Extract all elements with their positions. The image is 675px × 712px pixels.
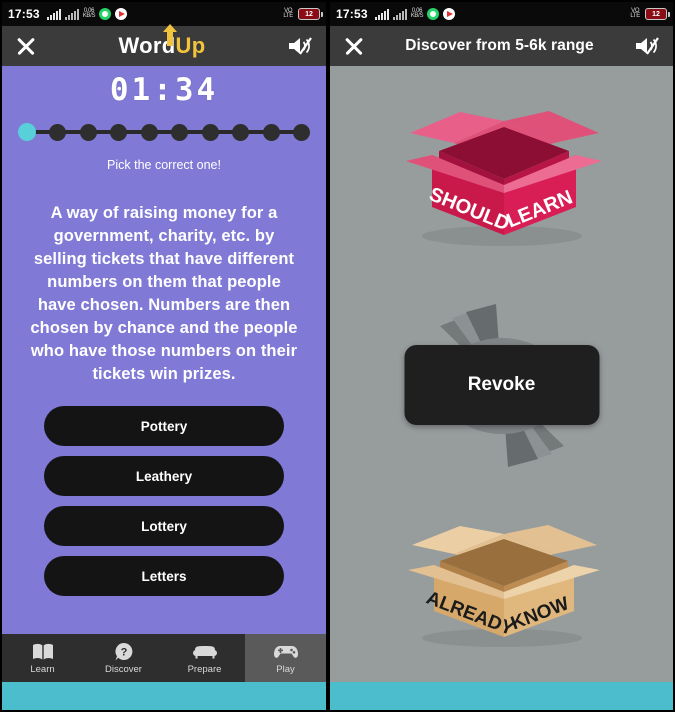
word-card[interactable]: Revoke bbox=[404, 345, 599, 426]
progress-dot bbox=[171, 123, 189, 141]
play-store-icon bbox=[443, 8, 456, 20]
nav-item-learn[interactable]: Learn bbox=[2, 634, 83, 682]
progress-dot bbox=[110, 123, 128, 141]
wordup-logo: WordUp bbox=[119, 24, 206, 59]
battery-icon: 12 bbox=[645, 8, 670, 20]
volte-icon: VO LTE bbox=[283, 8, 293, 19]
instruction-text: Pick the correct one! bbox=[107, 158, 221, 172]
progress-dot bbox=[262, 123, 280, 141]
progress-dot bbox=[201, 123, 219, 141]
gamepad-icon bbox=[273, 642, 299, 662]
progress-dot bbox=[140, 123, 158, 141]
signal-bars-secondary-icon bbox=[392, 8, 407, 20]
progress-dots bbox=[18, 121, 310, 143]
signal-bars-icon bbox=[46, 8, 61, 20]
app-header-right: Discover from 5-6k range bbox=[330, 26, 673, 66]
word-card-label: Revoke bbox=[467, 374, 536, 396]
left-phone-screen: 17:53 0.06 KB/S VO LTE 12 WordUp 01:34 P… bbox=[0, 0, 328, 712]
nav-label-prepare: Prepare bbox=[187, 663, 222, 675]
system-navigation-bar-left bbox=[2, 682, 326, 710]
signal-bars-secondary-icon bbox=[64, 8, 79, 20]
whatsapp-icon bbox=[427, 8, 440, 20]
status-bar-clock: 17:53 bbox=[336, 7, 368, 21]
definition-text: A way of raising money for a government,… bbox=[30, 204, 298, 383]
progress-dot bbox=[232, 123, 250, 141]
answer-option-4[interactable]: Letters bbox=[44, 556, 284, 596]
sofa-icon bbox=[192, 642, 218, 662]
battery-level-label: 12 bbox=[305, 10, 313, 18]
already-know-box[interactable]: ALREADY KNOW bbox=[394, 518, 609, 653]
status-bar-right: VO LTE 12 bbox=[283, 8, 323, 20]
logo-up-text: Up bbox=[175, 33, 206, 58]
book-icon bbox=[32, 642, 54, 662]
svg-text:?: ? bbox=[120, 646, 127, 658]
battery-level-label: 12 bbox=[652, 10, 660, 18]
status-bar-right: VO LTE 12 bbox=[630, 8, 670, 20]
answer-option-1[interactable]: Pottery bbox=[44, 406, 284, 446]
discover-body: SHOULD LEARN Revoke ALREADY KNOW bbox=[330, 66, 673, 682]
page-title: Discover from 5-6k range bbox=[405, 37, 594, 54]
answer-options: Pottery Leathery Lottery Letters bbox=[44, 406, 284, 596]
app-header-left: WordUp bbox=[2, 24, 326, 66]
bottom-navigation: Learn ? Discover Prepare Play bbox=[2, 634, 326, 682]
status-bar-left: 17:53 0.06 KB/S VO LTE 12 bbox=[2, 2, 326, 26]
nav-label-learn: Learn bbox=[30, 663, 55, 675]
progress-dot bbox=[79, 123, 97, 141]
nav-label-play: Play bbox=[276, 663, 295, 675]
close-icon[interactable] bbox=[14, 34, 38, 58]
network-speed-icon: 0.06 KB/S bbox=[410, 8, 424, 19]
should-learn-box[interactable]: SHOULD LEARN bbox=[394, 103, 609, 253]
dual-screenshot-container: 17:53 0.06 KB/S VO LTE 12 WordUp 01:34 P… bbox=[0, 0, 675, 712]
progress-dot bbox=[49, 123, 67, 141]
answer-option-2[interactable]: Leathery bbox=[44, 456, 284, 496]
volte-icon: VO LTE bbox=[630, 8, 640, 19]
status-bar-clock: 17:53 bbox=[8, 7, 40, 21]
whatsapp-icon bbox=[99, 8, 112, 20]
close-icon[interactable] bbox=[342, 34, 366, 58]
play-store-icon bbox=[115, 8, 128, 20]
progress-dot bbox=[292, 123, 310, 141]
game-body: 01:34 Pick the correct one! A way of rai… bbox=[2, 66, 326, 634]
battery-icon: 12 bbox=[298, 8, 323, 20]
countdown-timer: 01:34 bbox=[109, 72, 219, 108]
nav-label-discover: Discover bbox=[105, 663, 142, 675]
progress-dot bbox=[18, 123, 36, 141]
nav-item-play[interactable]: Play bbox=[245, 634, 326, 682]
answer-option-3[interactable]: Lottery bbox=[44, 506, 284, 546]
should-learn-box-illustration: SHOULD LEARN bbox=[406, 110, 602, 246]
speaker-mute-icon[interactable] bbox=[633, 34, 661, 58]
speaker-mute-icon[interactable] bbox=[286, 34, 314, 58]
network-speed-icon: 0.06 KB/S bbox=[82, 8, 96, 19]
nav-item-discover[interactable]: ? Discover bbox=[83, 634, 164, 682]
right-phone-screen: 17:53 0.06 KB/S VO LTE 12 Discover from 5-… bbox=[328, 0, 675, 712]
signal-bars-icon bbox=[374, 8, 389, 20]
system-navigation-bar-right bbox=[330, 682, 673, 710]
question-bubble-icon: ? bbox=[114, 642, 134, 662]
word-card-area: Revoke bbox=[392, 298, 612, 473]
status-bar-icons: 0.06 KB/S bbox=[46, 8, 128, 20]
status-bar-right-screen: 17:53 0.06 KB/S VO LTE 12 bbox=[330, 2, 673, 26]
already-know-box-illustration: ALREADY KNOW bbox=[408, 525, 600, 648]
status-bar-icons: 0.06 KB/S bbox=[374, 8, 456, 20]
nav-item-prepare[interactable]: Prepare bbox=[164, 634, 245, 682]
